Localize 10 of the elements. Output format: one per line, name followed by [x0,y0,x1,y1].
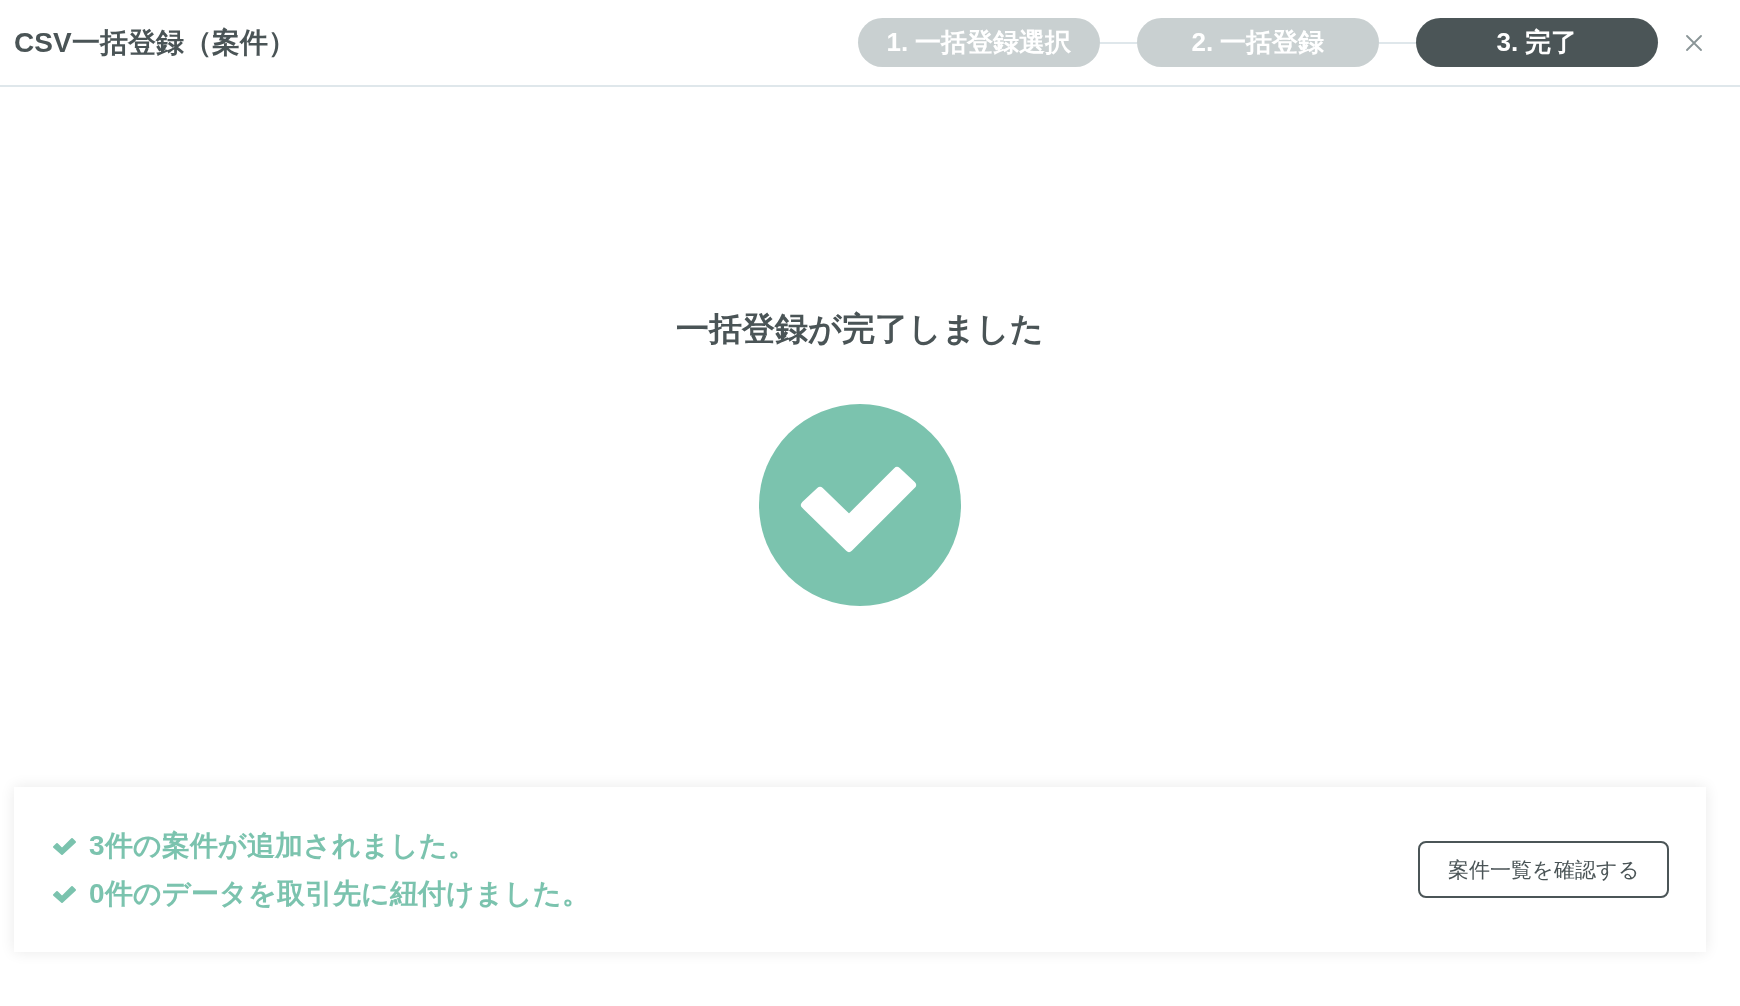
view-list-button[interactable]: 案件一覧を確認する [1418,841,1669,898]
result-message: 3件の案件が追加されました。 [89,828,476,863]
window-title: CSV一括登録（案件） [14,25,296,60]
check-icon [52,883,77,904]
close-icon[interactable] [1686,34,1702,51]
step-indicator: 3. 完了 [1416,18,1658,67]
completion-heading: 一括登録が完了しました [676,309,1044,349]
check-circle-icon [759,404,961,606]
check-icon [52,835,77,856]
result-message: 0件のデータを取引先に紐付けました。 [89,876,590,911]
